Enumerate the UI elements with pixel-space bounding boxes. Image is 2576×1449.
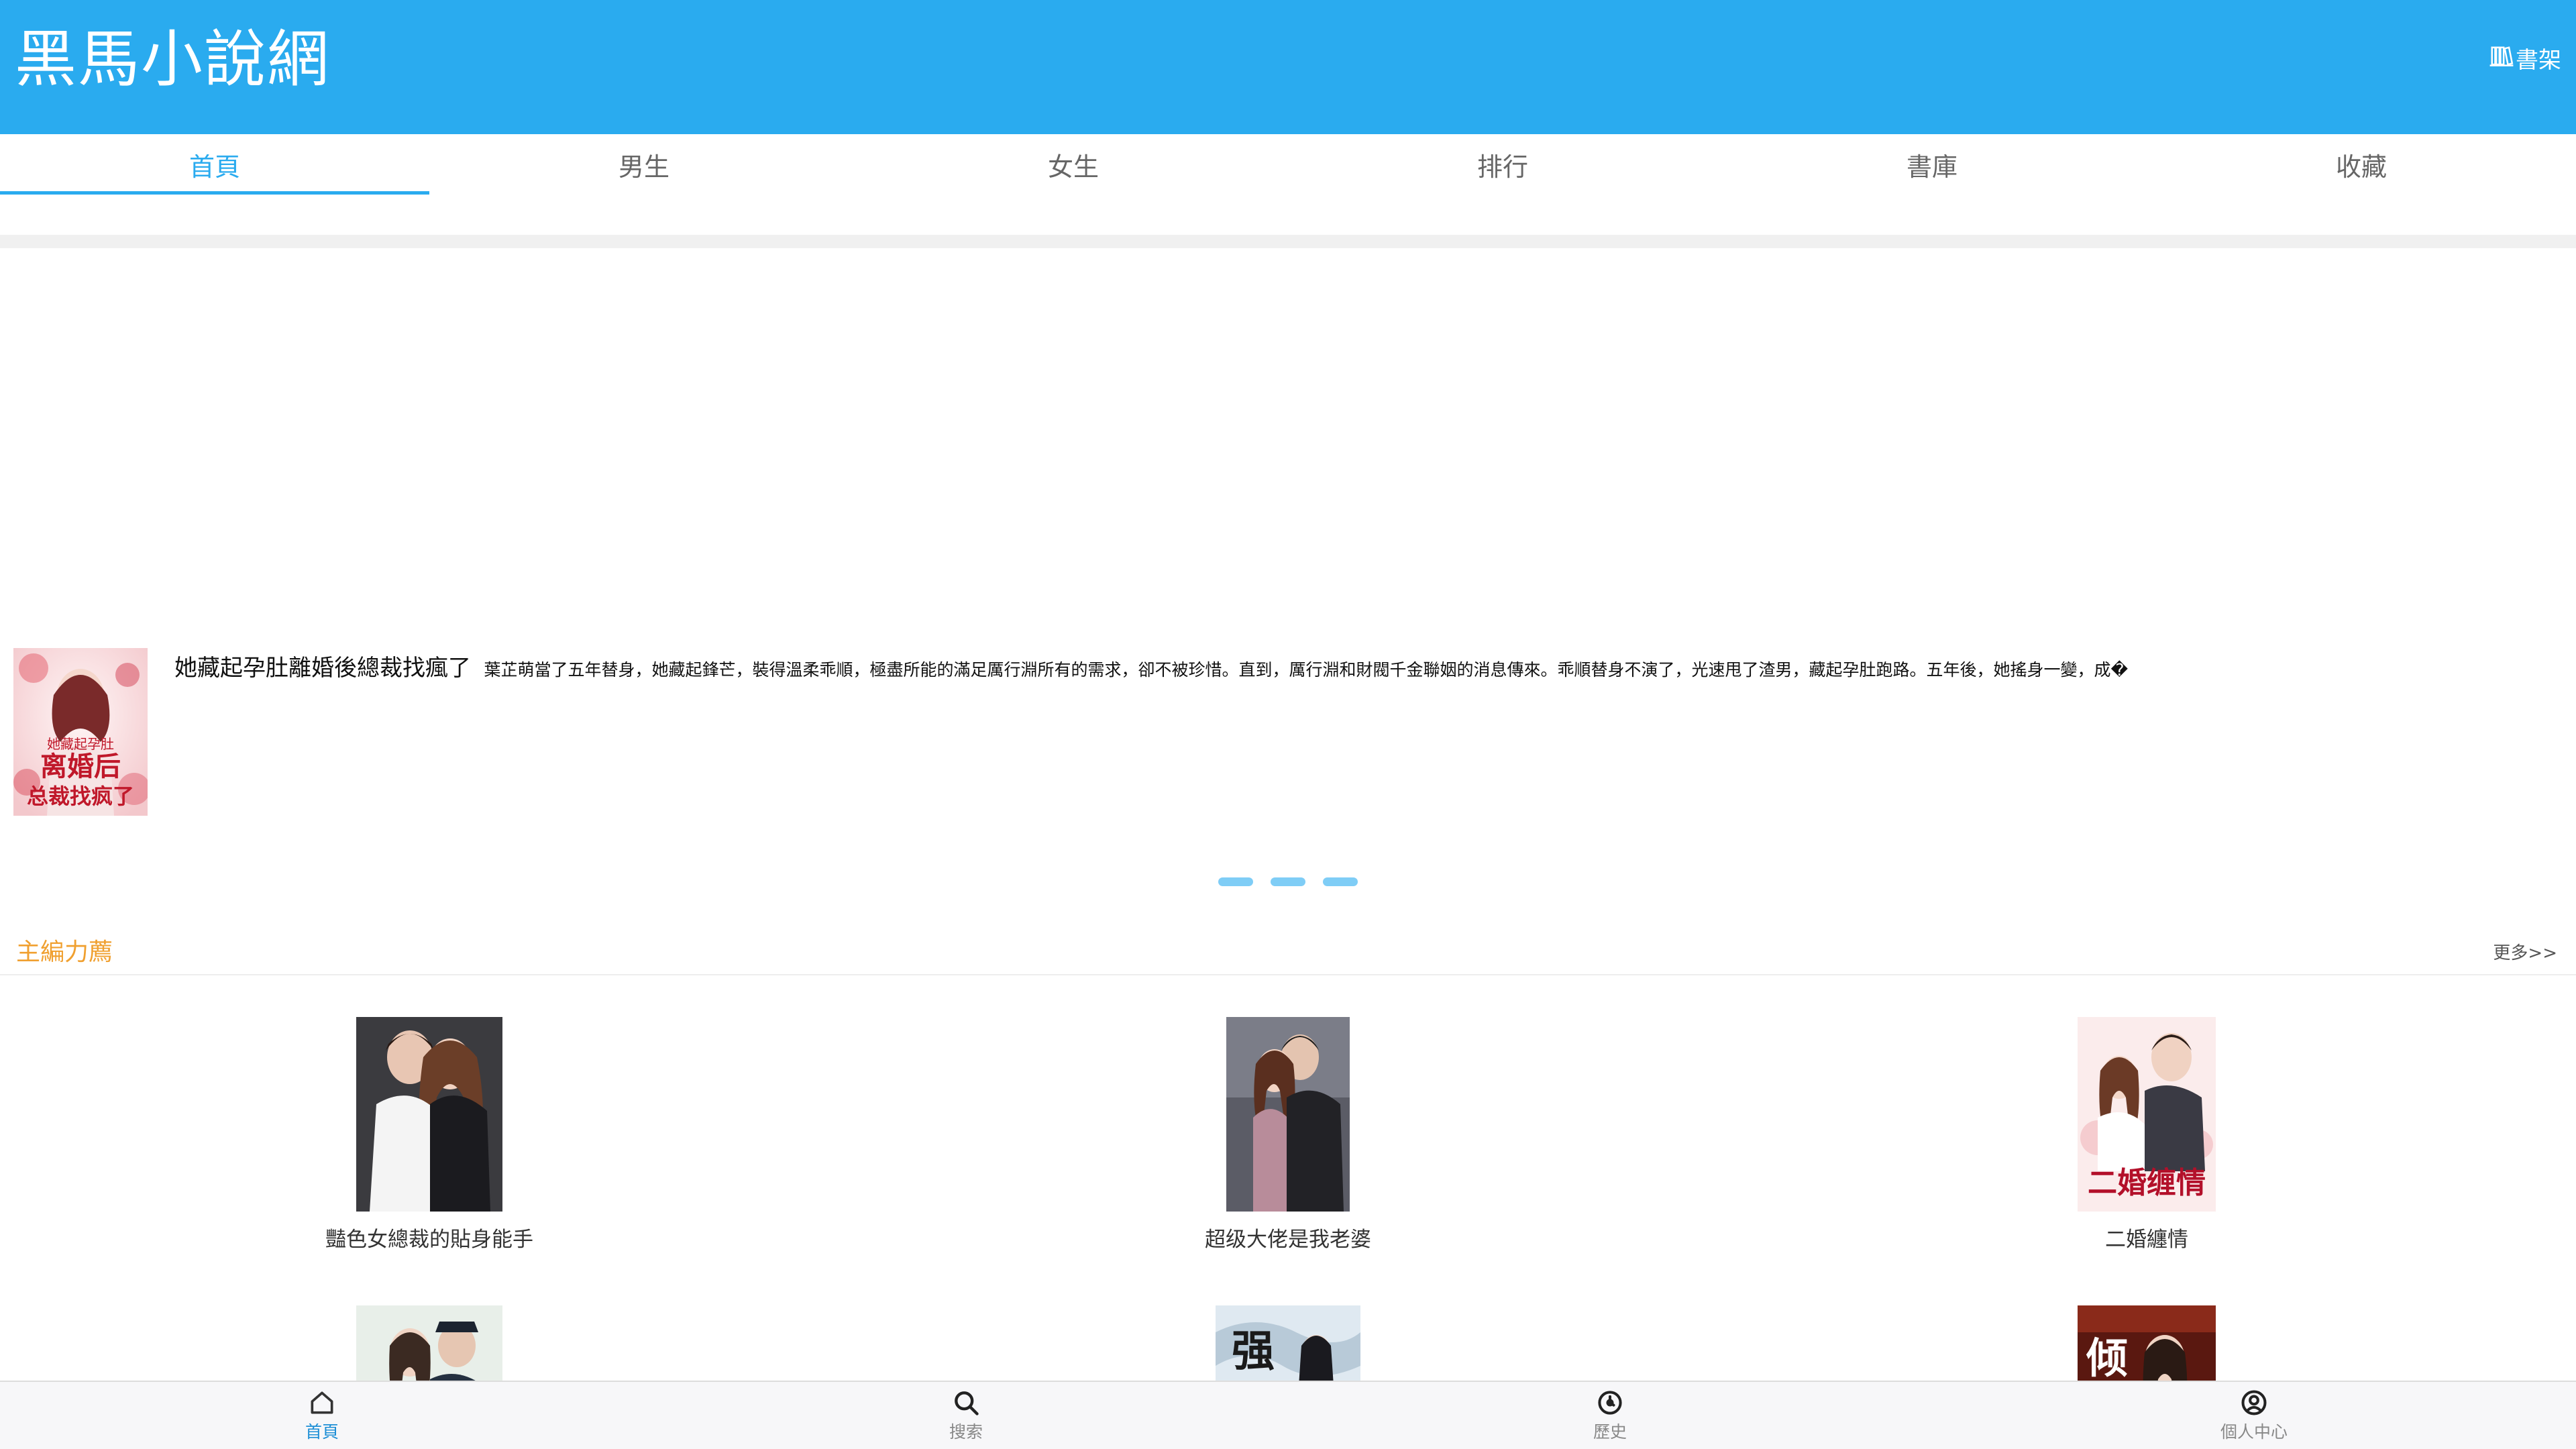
section-title: 主編力薦 (16, 938, 113, 966)
svg-text:离婚后: 离婚后 (40, 751, 121, 782)
cover-text: 二婚缠情 (2088, 1166, 2206, 1200)
user-icon (2241, 1390, 2267, 1415)
section-header: 主編力薦 更多>> (0, 919, 2576, 975)
tab-ranking[interactable]: 排行 (1288, 134, 1717, 195)
book-item[interactable]: 二婚缠情 二婚纏情 (1717, 1017, 2576, 1253)
cover-text: 她藏起孕肚 (47, 736, 114, 752)
top-nav-tabs: 首頁 男生 女生 排行 書庫 收藏 (0, 134, 2576, 235)
carousel-slide[interactable]: 她藏起孕肚 离婚后 总裁找疯了 她藏起孕肚離婚後總裁找瘋了 葉芷萌當了五年替身，… (0, 648, 2576, 822)
bottom-nav-home[interactable]: 首頁 (0, 1382, 644, 1449)
site-title[interactable]: 黑馬小說網 (15, 23, 330, 97)
book-title[interactable]: 豔色女總裁的貼身能手 (0, 1226, 859, 1253)
book-item[interactable]: 超级大佬是我老婆 (859, 1017, 1717, 1253)
bookshelf-label: 書架 (2516, 47, 2561, 74)
bottom-nav: 首頁 搜索 歷史 個人中心 (0, 1381, 2576, 1449)
tab-male[interactable]: 男生 (429, 134, 859, 195)
tab-home[interactable]: 首頁 (0, 134, 429, 195)
history-icon (1598, 1391, 1622, 1415)
bottom-nav-search[interactable]: 搜索 (644, 1382, 1288, 1449)
carousel-book-description: 葉芷萌當了五年替身，她藏起鋒芒，裝得溫柔乖順，極盡所能的滿足厲行淵所有的需求，卻… (484, 660, 2129, 680)
carousel-dot[interactable] (1271, 877, 1305, 886)
cover-text: 强 (1232, 1326, 1275, 1377)
bottom-nav-history[interactable]: 歷史 (1288, 1382, 1932, 1449)
svg-text:总裁找疯了: 总裁找疯了 (27, 784, 134, 809)
bottom-nav-label: 個人中心 (2220, 1422, 2288, 1442)
book-cover[interactable] (356, 1017, 502, 1212)
divider (0, 235, 2576, 248)
book-cover[interactable] (1226, 1017, 1350, 1212)
book-cover[interactable]: 二婚缠情 (2078, 1017, 2216, 1212)
book-title[interactable]: 二婚纏情 (1717, 1226, 2576, 1253)
more-link[interactable]: 更多>> (2493, 939, 2557, 964)
carousel-dots (0, 877, 2576, 886)
tab-favorites[interactable]: 收藏 (2147, 134, 2576, 195)
tab-library[interactable]: 書庫 (1717, 134, 2147, 195)
cover-text: 倾 (2086, 1334, 2128, 1383)
carousel: 她藏起孕肚 离婚后 总裁找疯了 她藏起孕肚離婚後總裁找瘋了 葉芷萌當了五年替身，… (0, 248, 2576, 906)
app-root: 黑馬小說網 書架 首頁 男生 女生 排行 書庫 收藏 她藏起孕肚 离婚后 总裁找… (0, 0, 2576, 1449)
bottom-nav-label: 搜索 (949, 1422, 983, 1442)
site-header: 黑馬小說網 書架 (0, 0, 2576, 134)
book-shelf-icon (2489, 46, 2514, 66)
carousel-dot[interactable] (1323, 877, 1358, 886)
carousel-book-title[interactable]: 她藏起孕肚離婚後總裁找瘋了 (174, 655, 471, 682)
carousel-book-cover[interactable]: 她藏起孕肚 离婚后 总裁找疯了 (13, 648, 148, 816)
tab-female[interactable]: 女生 (859, 134, 1288, 195)
home-icon (311, 1391, 333, 1414)
book-title[interactable]: 超级大佬是我老婆 (859, 1226, 1717, 1253)
carousel-dot[interactable] (1218, 877, 1253, 886)
book-item[interactable]: 豔色女總裁的貼身能手 (0, 1017, 859, 1253)
bottom-nav-label: 歷史 (1593, 1422, 1627, 1442)
bottom-nav-profile[interactable]: 個人中心 (1932, 1382, 2576, 1449)
bottom-nav-label: 首頁 (305, 1422, 339, 1442)
carousel-text[interactable]: 她藏起孕肚離婚後總裁找瘋了 葉芷萌當了五年替身，她藏起鋒芒，裝得溫柔乖順，極盡所… (174, 653, 2549, 685)
search-icon (955, 1391, 979, 1415)
bookshelf-button[interactable]: 書架 (2489, 34, 2561, 74)
